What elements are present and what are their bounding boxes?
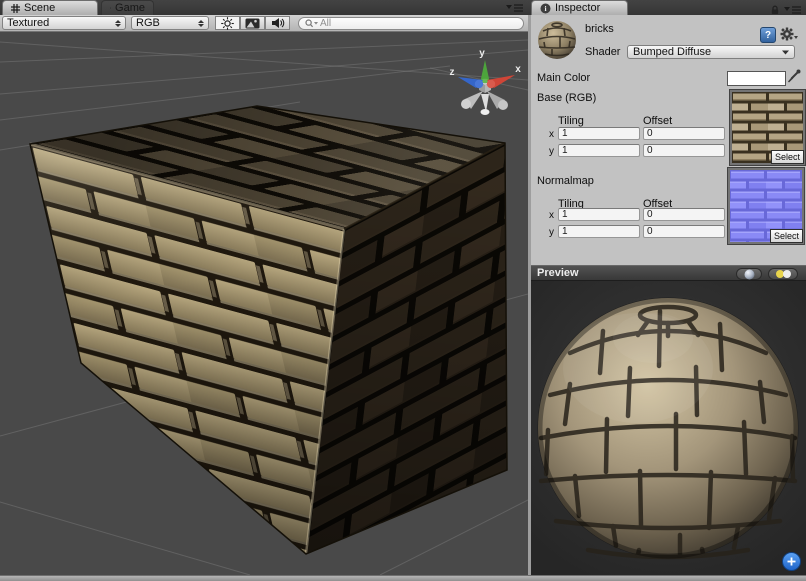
render-mode-button[interactable] — [240, 16, 265, 30]
updown-arrows-icon — [115, 20, 121, 27]
game-icon — [110, 3, 111, 13]
plus-icon — [787, 557, 796, 566]
y-row-label: y — [549, 227, 554, 238]
base-tiling-x-field[interactable] — [558, 127, 640, 140]
tab-game[interactable]: Game — [101, 0, 154, 15]
svg-text:i: i — [544, 4, 546, 13]
image-icon — [245, 18, 260, 29]
inspector-info-icon: i — [540, 3, 551, 14]
panel-menu-icon[interactable] — [506, 4, 524, 12]
shader-label: Shader — [585, 46, 620, 58]
chevron-down-icon — [782, 50, 789, 55]
tiling-label: Tiling — [558, 115, 584, 127]
base-select-button[interactable]: Select — [771, 150, 804, 164]
window-bottom-edge — [0, 575, 806, 581]
scene-toolbar: Textured RGB — [0, 15, 528, 32]
x-row-label: x — [549, 210, 554, 221]
scene-search-field[interactable] — [298, 17, 524, 30]
search-icon — [305, 19, 318, 28]
gear-icon[interactable] — [780, 27, 798, 44]
tab-scene[interactable]: Scene — [2, 0, 98, 15]
panel-menu-icon[interactable] — [784, 6, 802, 14]
preview-title: Preview — [531, 267, 579, 279]
normalmap-select-button[interactable]: Select — [770, 229, 803, 243]
base-offset-x-field[interactable] — [643, 127, 725, 140]
tab-scene-label: Scene — [24, 2, 55, 14]
add-button[interactable] — [782, 552, 801, 571]
offset-label: Offset — [643, 115, 672, 127]
draw-mode-value: Textured — [7, 17, 111, 29]
normal-offset-x-field[interactable] — [643, 208, 725, 221]
lighting-toggle-button[interactable] — [215, 16, 240, 30]
search-input[interactable] — [318, 17, 502, 30]
color-mode-value: RGB — [136, 17, 194, 29]
eyedropper-icon[interactable] — [787, 69, 801, 85]
inspector-panel: bricks Shader Bumped Diffuse ? — [531, 15, 806, 265]
gizmo-x-label: x — [515, 64, 521, 75]
tab-inspector-label: Inspector — [555, 2, 600, 14]
x-row-label: x — [549, 129, 554, 140]
base-texture-thumbnail[interactable]: Select — [730, 90, 805, 165]
base-tiling-y-field[interactable] — [558, 144, 640, 157]
preview-shape-button[interactable] — [736, 268, 762, 280]
tab-inspector[interactable]: i Inspector — [531, 0, 628, 15]
normal-offset-y-field[interactable] — [643, 225, 725, 238]
preview-sphere — [538, 298, 798, 558]
base-texture-label: Base (RGB) — [537, 92, 596, 104]
scene-viewport[interactable]: y x z — [0, 32, 528, 575]
audio-toggle-button[interactable] — [265, 16, 290, 30]
normalmap-texture-thumbnail[interactable]: Select — [728, 168, 804, 244]
gizmo-y-label: y — [479, 48, 485, 59]
material-name: bricks — [585, 23, 614, 35]
draw-mode-dropdown[interactable]: Textured — [2, 16, 126, 30]
sun-icon — [221, 17, 234, 30]
color-mode-dropdown[interactable]: RGB — [131, 16, 209, 30]
speaker-icon — [271, 17, 285, 29]
preview-lighting-button[interactable] — [768, 268, 798, 280]
updown-arrows-icon — [198, 20, 204, 27]
scene-grid-icon — [11, 4, 20, 13]
base-offset-y-field[interactable] — [643, 144, 725, 157]
shader-value: Bumped Diffuse — [633, 46, 782, 58]
material-preview-area[interactable] — [531, 281, 806, 575]
help-icon[interactable]: ? — [760, 27, 776, 43]
main-color-label: Main Color — [537, 72, 590, 84]
preview-header[interactable]: Preview — [531, 265, 806, 281]
lock-icon[interactable] — [770, 5, 780, 15]
lighting-dots-icon — [775, 269, 792, 279]
unity-editor-window: Scene Game Textured RGB — [0, 0, 806, 581]
sphere-icon — [744, 269, 755, 280]
color-swatch[interactable] — [727, 71, 786, 86]
normal-tiling-x-field[interactable] — [558, 208, 640, 221]
y-row-label: y — [549, 146, 554, 157]
normal-tiling-y-field[interactable] — [558, 225, 640, 238]
tab-game-label: Game — [115, 2, 145, 14]
normalmap-label: Normalmap — [537, 175, 594, 187]
material-thumbnail[interactable] — [537, 20, 577, 60]
shader-dropdown[interactable]: Bumped Diffuse — [627, 45, 795, 59]
gizmo-z-label: z — [450, 67, 455, 78]
